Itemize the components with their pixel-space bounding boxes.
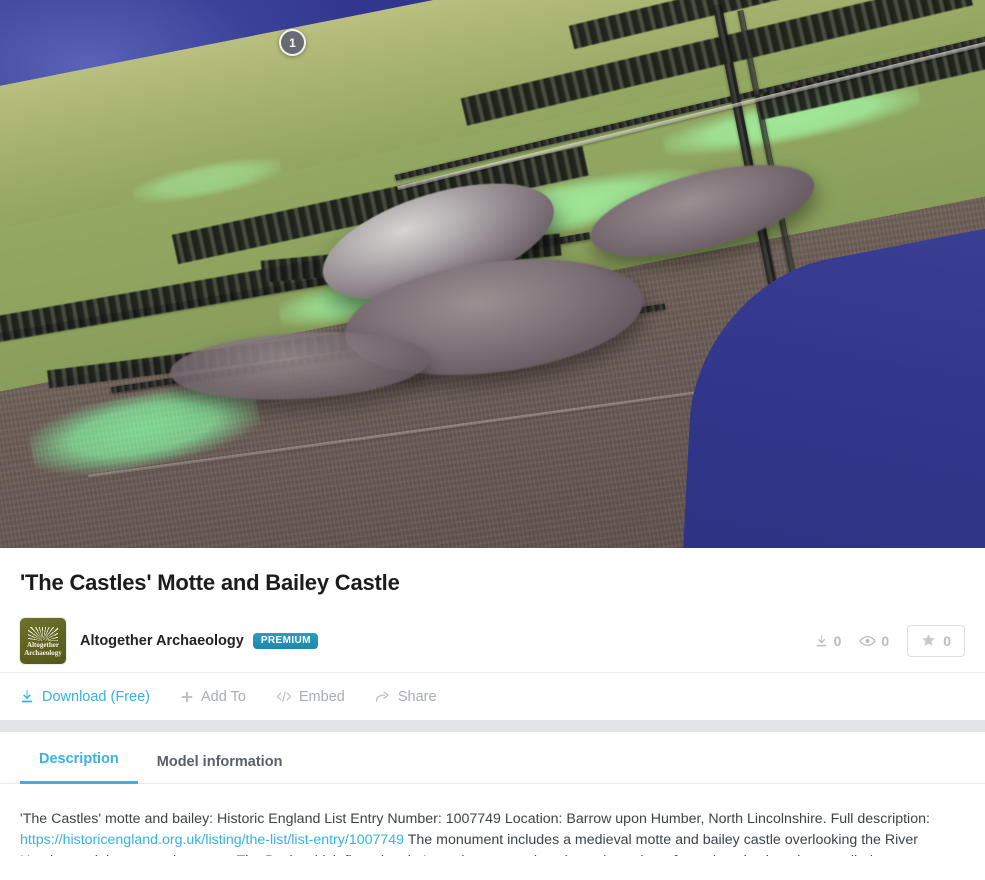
description-part1: 'The Castles' motte and bailey: Historic… [20, 811, 930, 827]
add-to-button[interactable]: Add To [180, 689, 246, 705]
status-badge[interactable]: PREMIUM [252, 632, 318, 649]
model-page: 1 'The Castles' Motte and Bailey Castle … [0, 0, 985, 880]
download-icon [20, 689, 35, 704]
avatar-label: Altogether Archaeology [20, 641, 66, 657]
model-info-panel: 'The Castles' Motte and Bailey Castle Al… [0, 548, 985, 856]
model-viewer[interactable]: 1 [0, 0, 985, 548]
view-count: 0 [859, 633, 889, 649]
download-count-value: 0 [833, 632, 842, 649]
avatar-label-line2: Archaeology [24, 648, 62, 657]
eye-icon [859, 634, 877, 648]
like-button[interactable]: 0 [907, 624, 965, 657]
share-button-label: Share [397, 688, 437, 705]
historic-england-link[interactable]: https://historicengland.org.uk/listing/t… [20, 832, 404, 848]
viewer-canvas[interactable]: 1 [0, 0, 985, 548]
download-count: 0 [815, 632, 842, 649]
author-name[interactable]: Altogether Archaeology [80, 633, 244, 649]
section-divider [0, 720, 985, 732]
stats-group: 0 0 0 [815, 624, 965, 657]
tab-bar: Description Model information [0, 732, 985, 784]
download-button[interactable]: Download (Free) [20, 689, 150, 705]
action-bar: Download (Free) Add To Embed Share [0, 672, 985, 720]
download-button-label: Download (Free) [42, 688, 150, 705]
code-icon [276, 690, 292, 703]
add-to-button-label: Add To [201, 688, 246, 705]
tab-description[interactable]: Description [20, 751, 138, 784]
like-count-value: 0 [943, 632, 951, 649]
page-title: 'The Castles' Motte and Bailey Castle [20, 570, 400, 595]
view-count-value: 0 [881, 632, 890, 649]
annotation-marker-1[interactable]: 1 [279, 29, 306, 56]
share-icon [375, 690, 391, 704]
star-icon [921, 633, 936, 648]
share-button[interactable]: Share [375, 689, 437, 705]
sunburst-icon [28, 626, 58, 641]
author-row: Altogether Archaeology Altogether Archae… [0, 596, 985, 668]
avatar-label-line1: Altogether [27, 640, 59, 649]
embed-button-label: Embed [298, 688, 345, 705]
plus-icon [180, 690, 194, 704]
embed-button[interactable]: Embed [276, 689, 345, 705]
tab-model-information[interactable]: Model information [138, 754, 302, 784]
download-icon [815, 634, 829, 648]
avatar[interactable]: Altogether Archaeology [20, 617, 66, 664]
description-text: 'The Castles' motte and bailey: Historic… [0, 784, 985, 856]
